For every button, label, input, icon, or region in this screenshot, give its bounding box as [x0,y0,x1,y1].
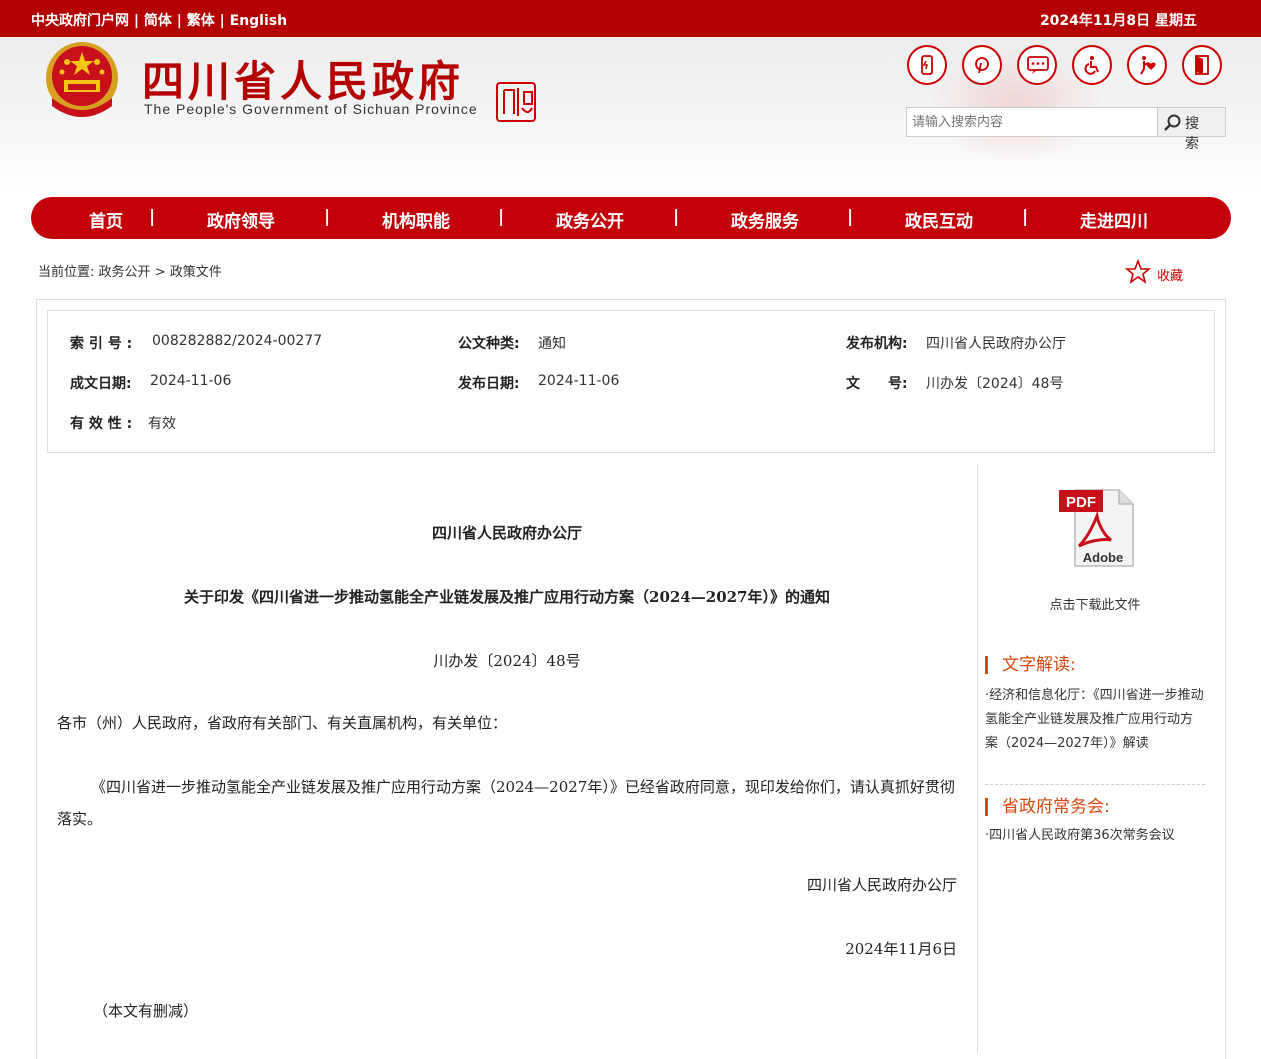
search-input[interactable] [907,108,1157,136]
column-divider [977,463,978,1053]
current-date: 2024年11月8日 星期五 [1039,13,1197,29]
doc-issuer: 四川省人民政府办公厅 [431,524,582,542]
nav-interaction[interactable]: 政民互动 [905,207,973,232]
link-english[interactable]: English [230,13,287,29]
mobile-icon[interactable] [907,45,947,85]
nav-separator: | [149,207,156,227]
search-button[interactable]: 搜 索 [1157,108,1225,152]
doc-number: 川办发〔2024〕48号 [433,652,581,670]
pdf-label: PDF [1066,494,1096,511]
site-subtitle: The People's Government of Sichuan Provi… [144,101,478,117]
issuer-label: 发布机构: [846,336,908,352]
doc-type-label: 公文种类: [458,336,520,352]
nav-separator: | [673,207,680,227]
published-label: 发布日期: [458,376,520,392]
interpretation-heading: 文字解读: [985,656,1205,674]
search-button-label: 搜 索 [1185,116,1202,152]
doc-no-label: 文 号: [846,376,908,392]
doc-date: 2024年11月6日 [845,940,957,958]
doc-no-value: 川办发〔2024〕48号 [926,376,1064,392]
top-bar: 中央政府门户网 | 简体 | 繁体 | English 2024年11月8日 星… [0,0,1261,37]
separator: | [129,13,144,29]
nav-separator: | [324,207,331,227]
doc-signature: 四川省人民政府办公厅 [806,876,957,894]
nav-separator: | [498,207,505,227]
meeting-link[interactable]: ·四川省人民政府第36次常务会议 [985,824,1205,848]
nav-separator: | [1022,207,1029,227]
nav-separator: | [847,207,854,227]
link-central-gov[interactable]: 中央政府门户网 [31,13,129,29]
link-simplified[interactable]: 简体 [144,13,172,29]
doc-note: （本文有删减） [93,1002,199,1020]
main-nav: 首页 | 政府领导 | 机构职能 | 政务公开 | 政务服务 | 政民互动 | … [31,197,1231,239]
site-title[interactable]: 四川省人民政府 [142,48,464,109]
accessibility-icon[interactable] [1072,45,1112,85]
published-value: 2024-11-06 [538,373,620,389]
search-icon [1164,114,1181,131]
created-value: 2024-11-06 [150,373,232,389]
nav-functions[interactable]: 机构职能 [382,207,450,232]
separator: | [171,13,187,29]
download-link[interactable]: 点击下载此文件 [985,594,1205,613]
message-icon[interactable] [1017,45,1057,85]
index-no-value: 008282882/2024-00277 [152,333,323,349]
pdf-icon[interactable]: PDF Adobe [1057,486,1137,568]
seal-logo [496,82,536,122]
national-emblem-icon[interactable] [42,40,122,122]
nav-gov-affairs[interactable]: 政务公开 [556,207,624,232]
search-box: 搜 索 [906,107,1226,152]
section-divider [985,784,1205,785]
breadcrumb-gov-affairs[interactable]: 政务公开 [99,265,151,280]
link-traditional[interactable]: 繁体 [187,13,215,29]
nav-about-sichuan[interactable]: 走进四川 [1080,207,1148,232]
top-links: 中央政府门户网 | 简体 | 繁体 | English [31,10,287,30]
doc-type-value: 通知 [538,336,566,352]
breadcrumb-prefix: 当前位置: [38,265,95,280]
weibo-icon[interactable] [962,45,1002,85]
breadcrumb-policy[interactable]: 政策文件 [170,265,222,280]
issuer-value: 四川省人民政府办公厅 [926,336,1066,352]
nav-home[interactable]: 首页 [89,207,123,232]
validity-value: 有效 [148,416,176,432]
adobe-label: Adobe [1083,550,1123,565]
created-label: 成文日期: [70,376,132,392]
nav-leaders[interactable]: 政府领导 [207,207,275,232]
breadcrumb: 当前位置: 政务公开 > 政策文件 [38,261,222,280]
star-icon [1125,259,1151,284]
index-no-label: 索 引 号 : [70,336,133,352]
doc-metadata: 索 引 号 : 008282882/2024-00277 公文种类: 通知 发布… [47,310,1215,453]
elder-care-icon[interactable] [1127,45,1167,85]
favorite-label: 收藏 [1157,269,1184,284]
interpretation-link[interactable]: ·经济和信息化厅：《四川省进一步推动氢能全产业链发展及推广应用行动方案（2024… [985,684,1205,756]
exit-icon[interactable] [1182,45,1222,85]
doc-title: 关于印发《四川省进一步推动氢能全产业链发展及推广应用行动方案（2024—2027… [184,588,830,606]
doc-recipients: 各市（州）人民政府，省政府有关部门、有关直属机构，有关单位： [57,714,508,732]
validity-label: 有 效 性 : [70,416,133,432]
nav-services[interactable]: 政务服务 [731,207,799,232]
separator: | [214,13,230,29]
meeting-heading: 省政府常务会: [985,798,1205,816]
breadcrumb-sep: > [154,265,166,280]
doc-paragraph: 《四川省进一步推动氢能全产业链发展及推广应用行动方案（2024—2027年）》已… [57,778,955,828]
